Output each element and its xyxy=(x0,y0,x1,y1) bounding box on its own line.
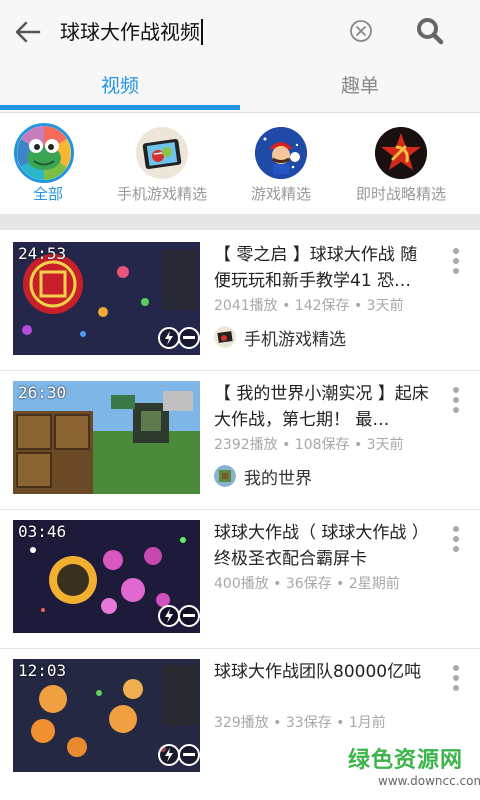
minus-icon[interactable] xyxy=(178,327,200,349)
search-button[interactable] xyxy=(412,13,448,49)
channel-name: 手机游戏精选 xyxy=(244,329,346,350)
lightning-icon[interactable] xyxy=(158,744,180,766)
channel-link[interactable]: 我的世界 xyxy=(214,463,312,489)
lightning-icon[interactable] xyxy=(158,327,180,349)
category-row: 全部 手机游戏精选 游戏精选 即时战略精选 xyxy=(0,113,480,213)
text-cursor xyxy=(201,18,203,45)
video-title[interactable]: 【 零之启 】球球大作战 随便玩玩和新手教学41 恐… xyxy=(214,242,434,294)
video-stats: 400播放 • 36保存 • 2星期前 xyxy=(214,576,400,592)
section-divider xyxy=(0,214,480,230)
video-list-item[interactable]: 03:46 球球大作战（ 球球大作战 ）终极圣衣配合霸屏卡 400播放 • 36… xyxy=(0,510,480,648)
screen: 球球大作战视频 视频 趣单 全部 手机游戏精选 游戏精选 即时战略精选 24:5… xyxy=(0,0,480,800)
lightning-icon[interactable] xyxy=(158,605,180,627)
more-vertical-icon xyxy=(453,387,459,413)
rainbow-frog-icon xyxy=(14,123,74,183)
search-query: 球球大作战视频 xyxy=(60,20,200,44)
more-options-button[interactable] xyxy=(446,385,466,415)
video-list-item[interactable]: 26:30 【 我的世界小潮实况 】起床大作战，第七期！ 最… 2392播放 •… xyxy=(0,371,480,509)
video-thumbnail[interactable]: 03:46 xyxy=(13,520,200,633)
video-title[interactable]: 球球大作战（ 球球大作战 ）终极圣衣配合霸屏卡 xyxy=(214,520,434,572)
video-duration: 24:53 xyxy=(18,244,67,263)
more-options-button[interactable] xyxy=(446,663,466,693)
tab-lists[interactable]: 趣单 xyxy=(240,62,480,112)
channel-name: 我的世界 xyxy=(244,468,312,489)
mario-icon xyxy=(255,127,307,179)
video-thumbnail[interactable]: 24:53 xyxy=(13,242,200,355)
watermark-url: www.downcc.com xyxy=(378,774,480,788)
video-thumbnail[interactable]: 12:03 xyxy=(13,659,200,772)
category-label: 即时战略精选 xyxy=(355,185,446,203)
more-vertical-icon xyxy=(453,248,459,274)
search-input[interactable]: 球球大作战视频 xyxy=(60,14,203,50)
minus-icon[interactable] xyxy=(178,605,200,627)
video-stats: 329播放 • 33保存 • 1月前 xyxy=(214,715,386,731)
minus-icon[interactable] xyxy=(178,744,200,766)
video-thumbnail[interactable]: 26:30 xyxy=(13,381,200,494)
thumbnail-controls xyxy=(158,605,200,629)
more-vertical-icon xyxy=(453,526,459,552)
video-stats: 2041播放 • 142保存 • 3天前 xyxy=(214,298,404,314)
category-games[interactable]: 游戏精选 xyxy=(221,123,341,213)
red-star-emblem-icon xyxy=(375,127,427,179)
video-duration: 26:30 xyxy=(18,383,67,402)
video-title[interactable]: 【 我的世界小潮实况 】起床大作战，第七期！ 最… xyxy=(214,381,434,433)
clear-search-button[interactable] xyxy=(346,16,376,46)
active-tab-indicator xyxy=(0,105,240,110)
thumbnail-controls xyxy=(158,744,200,768)
video-duration: 12:03 xyxy=(18,661,67,680)
watermark: 绿色资源网 www.downcc.com xyxy=(348,742,480,798)
video-title[interactable]: 球球大作战团队80000亿吨 xyxy=(214,659,434,685)
watermark-title: 绿色资源网 xyxy=(348,748,464,773)
more-vertical-icon xyxy=(453,665,459,691)
search-bar: 球球大作战视频 xyxy=(0,0,480,62)
arrow-left-icon xyxy=(15,21,41,43)
video-duration: 03:46 xyxy=(18,522,67,541)
category-label: 游戏精选 xyxy=(250,185,311,203)
channel-avatar xyxy=(214,465,236,487)
video-list-item[interactable]: 24:53 【 零之启 】球球大作战 随便玩玩和新手教学41 恐… 2041播放… xyxy=(0,232,480,370)
channel-link[interactable]: 手机游戏精选 xyxy=(214,324,346,350)
clear-circle-icon xyxy=(350,20,372,42)
search-icon xyxy=(417,18,444,45)
channel-avatar xyxy=(214,326,236,348)
angry-birds-tablet-icon xyxy=(136,127,188,179)
category-rts[interactable]: 即时战略精选 xyxy=(341,123,461,213)
back-button[interactable] xyxy=(8,12,48,52)
category-mobile-games[interactable]: 手机游戏精选 xyxy=(102,123,222,213)
thumbnail-controls xyxy=(158,327,200,351)
more-options-button[interactable] xyxy=(446,524,466,554)
category-label: 手机游戏精选 xyxy=(116,185,207,203)
video-stats: 2392播放 • 108保存 • 3天前 xyxy=(214,437,404,453)
more-options-button[interactable] xyxy=(446,246,466,276)
